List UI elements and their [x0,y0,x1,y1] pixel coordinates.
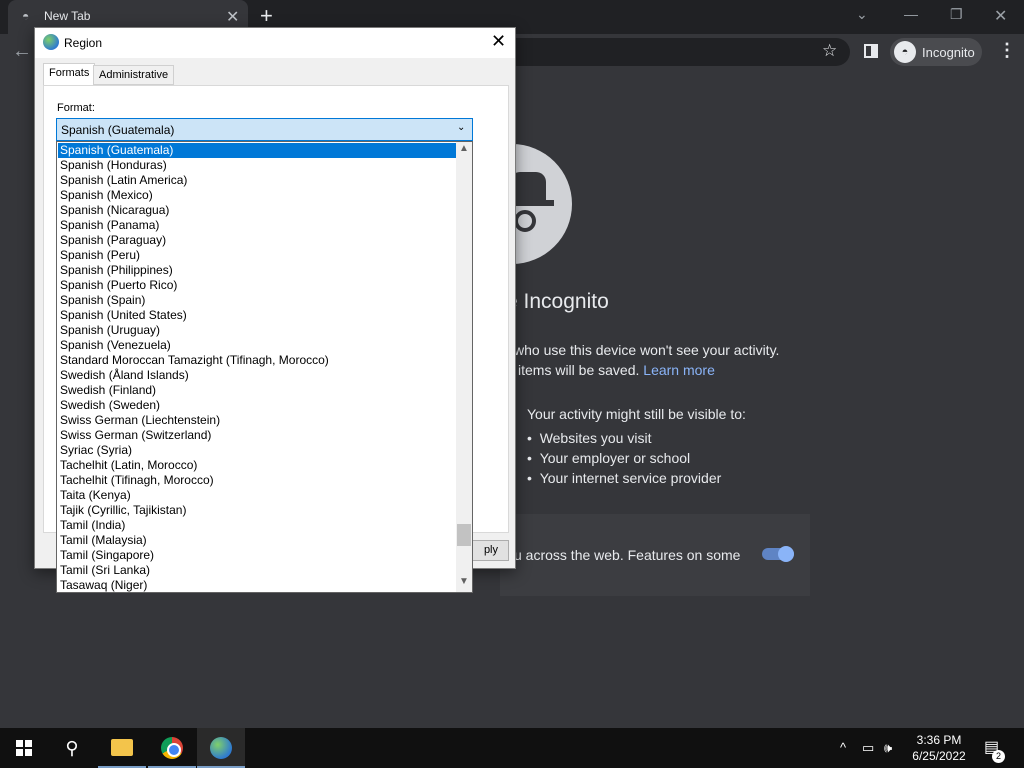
start-button[interactable] [0,728,48,768]
format-option[interactable]: Spanish (Philippines) [58,263,456,278]
incognito-line-2-text: items will be saved. [518,362,640,378]
third-party-cookies-card: u across the web. Features on some [500,514,810,596]
incognito-label: Incognito [922,45,975,60]
show-hidden-icons-icon[interactable]: ^ [840,728,846,768]
incognito-line-1: who use this device won't see your activ… [514,342,780,358]
taskbar: ⚲ ^ ▭ 🕪 3:36 PM 6/25/2022 ▤ 2 [0,728,1024,768]
format-option[interactable]: Spanish (Guatemala) [58,143,456,158]
format-option[interactable]: Swedish (Åland Islands) [58,368,456,383]
format-option[interactable]: Spanish (Peru) [58,248,456,263]
format-option[interactable]: Tamil (Singapore) [58,548,456,563]
back-arrow-icon[interactable]: ← [12,40,32,63]
format-dropdown-list: ▲ ▼ Spanish (Guatemala) Spanish (Honduras… [56,141,473,593]
bullet-text: Your internet service provider [539,470,722,486]
format-option[interactable]: Swedish (Sweden) [58,398,456,413]
incognito-icon: ◓ [894,41,916,63]
format-option[interactable]: Spanish (Nicaragua) [58,203,456,218]
format-option[interactable]: Swiss German (Liechtenstein) [58,413,456,428]
incognito-tab-icon: ◓ [22,9,30,23]
clock-time: 3:36 PM [916,733,962,747]
volume-icon[interactable]: 🕪 [884,728,892,768]
bullet-text: Websites you visit [539,430,652,446]
format-option[interactable]: Swiss German (Switzerland) [58,428,456,443]
dropdown-scrollbar[interactable]: ▲ ▼ [456,142,472,592]
chevron-down-icon: ⌄ [457,122,466,133]
region-globe-icon [210,737,232,759]
format-option[interactable]: Tamil (Sri Lanka) [58,563,456,578]
dialog-title: Region [64,36,103,50]
side-panel-icon[interactable] [864,44,878,58]
cookie-card-text: u across the web. Features on some [514,547,741,563]
format-label: Format: [57,102,95,114]
format-select[interactable]: Spanish (Guatemala) ⌄ [56,118,473,141]
format-option[interactable]: Spanish (Uruguay) [58,323,456,338]
format-option[interactable]: Spanish (United States) [58,308,456,323]
format-option[interactable]: Syriac (Syria) [58,443,456,458]
new-tab-button[interactable]: + [260,5,273,27]
format-option[interactable]: Spanish (Puerto Rico) [58,278,456,293]
format-option[interactable]: Spanish (Mexico) [58,188,456,203]
incognito-heading: e Incognito [506,290,609,313]
tab-formats[interactable]: Formats [43,63,96,86]
chrome-icon [161,737,183,759]
search-icon[interactable]: ⚲ [48,728,96,768]
clock-date: 6/25/2022 [912,749,966,763]
format-option[interactable]: Spanish (Spain) [58,293,456,308]
dialog-titlebar: Region ✕ [35,28,515,58]
region-settings-button[interactable] [197,728,245,768]
bullet-item: • Your employer or school [527,450,691,466]
tab-close-icon[interactable]: ✕ [226,7,239,27]
block-cookies-toggle[interactable] [762,546,794,562]
taskbar-clock[interactable]: 3:36 PM 6/25/2022 [904,732,974,764]
incognito-profile-button[interactable]: ◓ Incognito [890,38,982,66]
network-icon[interactable]: ▭ [862,728,874,768]
format-option[interactable]: Tamil (Malaysia) [58,533,456,548]
notification-count-badge: 2 [992,750,1005,763]
format-option[interactable]: Taita (Kenya) [58,488,456,503]
tab-search-icon[interactable]: ⌄ [856,6,868,23]
window-close-icon[interactable]: ✕ [994,6,1007,26]
learn-more-link[interactable]: Learn more [643,362,715,378]
format-option[interactable]: Spanish (Honduras) [58,158,456,173]
format-option[interactable]: Swedish (Finland) [58,383,456,398]
tab-title: New Tab [44,9,91,23]
format-option[interactable]: Tajik (Cyrillic, Tajikistan) [58,503,456,518]
scrollbar-thumb[interactable] [457,524,471,546]
format-select-value: Spanish (Guatemala) [61,123,175,137]
incognito-line-2: items will be saved. Learn more [518,362,715,378]
format-option[interactable]: Spanish (Venezuela) [58,338,456,353]
format-option[interactable]: Tasawaq (Niger) [58,578,456,593]
bullet-item: • Websites you visit [527,430,652,446]
folder-icon [111,739,133,756]
format-option[interactable]: Tachelhit (Tifinagh, Morocco) [58,473,456,488]
format-option[interactable]: Standard Moroccan Tamazight (Tifinagh, M… [58,353,456,368]
minimize-icon[interactable]: — [904,6,918,22]
region-globe-icon [43,34,59,50]
chrome-button[interactable] [148,728,196,768]
format-option[interactable]: Tachelhit (Latin, Morocco) [58,458,456,473]
format-option[interactable]: Tamil (India) [58,518,456,533]
file-explorer-button[interactable] [98,728,146,768]
format-option[interactable]: Spanish (Latin America) [58,173,456,188]
tab-administrative[interactable]: Administrative [93,65,175,85]
scroll-up-icon[interactable]: ▲ [459,143,469,154]
visible-to-heading: Your activity might still be visible to: [527,406,746,422]
scroll-down-icon[interactable]: ▼ [459,576,469,587]
dialog-close-icon[interactable]: ✕ [491,31,506,52]
format-option[interactable]: Spanish (Paraguay) [58,233,456,248]
windows-logo-icon [16,740,32,756]
restore-icon[interactable]: ❐ [950,6,963,23]
format-option[interactable]: Spanish (Panama) [58,218,456,233]
bullet-item: • Your internet service provider [527,470,722,486]
menu-icon[interactable]: ⋮ [998,40,1016,61]
star-icon[interactable]: ☆ [822,41,837,61]
bullet-text: Your employer or school [539,450,691,466]
address-bar[interactable] [480,38,850,66]
